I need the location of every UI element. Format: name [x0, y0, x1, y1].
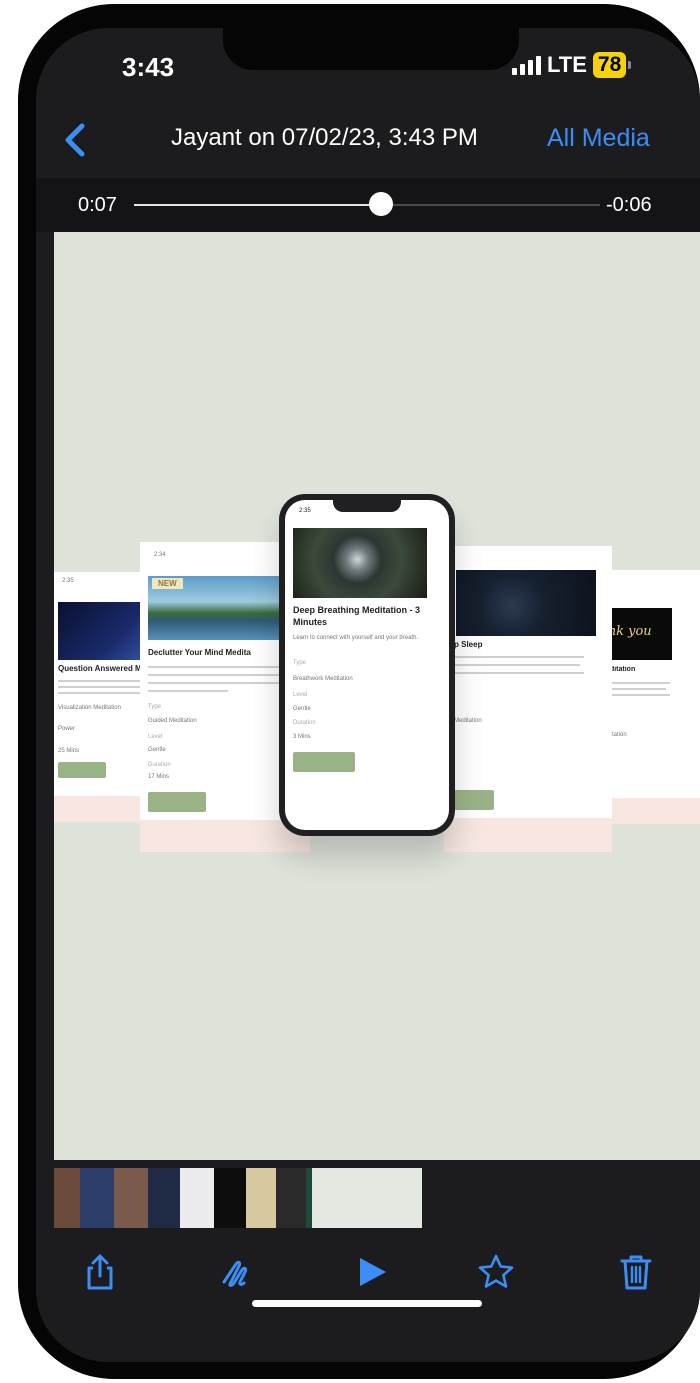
right-card-1-title: p Sleep — [454, 640, 483, 649]
card-footer — [444, 818, 612, 852]
chevron-left-icon — [65, 123, 85, 157]
left-card-1-duration: 17 Mins — [148, 774, 170, 780]
selected-thumbnail[interactable] — [312, 1168, 422, 1228]
back-button[interactable] — [58, 120, 94, 160]
thumbnail[interactable] — [214, 1168, 246, 1228]
text-line — [454, 664, 580, 666]
text-line — [148, 666, 298, 668]
right-card-1: p Sleep Meditation — [444, 546, 612, 852]
scrubber-knob[interactable] — [368, 192, 393, 216]
thumbnail[interactable] — [246, 1168, 276, 1228]
center-card: 2:35 Deep Breathing Meditation - 3 Minut… — [285, 500, 449, 830]
play-button[interactable] — [352, 1252, 392, 1292]
thumbnail[interactable] — [114, 1168, 148, 1228]
thumbnail-strip[interactable] — [54, 1168, 338, 1228]
left-card-2-level: Power — [58, 726, 76, 732]
home-indicator[interactable] — [252, 1300, 482, 1307]
play-icon — [360, 1258, 386, 1286]
left-card-1-level: Gentle — [148, 747, 166, 753]
scrubber-progress — [134, 204, 381, 206]
left-card-2-time: 2:35 — [62, 578, 74, 584]
center-card-duration-label: Duration — [293, 720, 316, 726]
text-line — [148, 674, 294, 676]
video-frame[interactable]: 2:35 Question Answered M Visualization M… — [54, 232, 700, 1160]
text-line — [58, 686, 144, 688]
center-card-duration: 3 Mins — [293, 734, 311, 740]
share-icon — [87, 1254, 113, 1290]
favorite-button[interactable] — [476, 1252, 516, 1292]
new-badge: NEW — [152, 578, 183, 589]
media-toolbar — [36, 1252, 700, 1302]
text-line — [58, 692, 148, 694]
text-line — [58, 680, 150, 682]
right-card-1-listen-button — [454, 790, 494, 810]
network-label: LTE — [547, 52, 587, 77]
phone-screen: 3:43 LTE 78 Jayant on 07/02/23, 3:43 PM … — [36, 28, 700, 1362]
center-card-level-label: Level — [293, 692, 308, 698]
center-card-description: Learn to connect with yourself and your … — [293, 635, 419, 641]
left-card-2-duration: 25 Mins — [58, 748, 80, 754]
share-button[interactable] — [80, 1252, 120, 1292]
left-card-2-type: Visualization Meditation — [58, 705, 121, 711]
thumbnail[interactable] — [180, 1168, 214, 1228]
bottom-tray — [36, 1160, 700, 1362]
left-card-1-type-label: Type — [148, 704, 162, 710]
status-time: 3:43 — [122, 52, 175, 82]
text-line — [454, 656, 584, 658]
text-line — [148, 682, 298, 684]
battery-icon: 78 — [592, 52, 627, 78]
elapsed-time: 0:07 — [78, 194, 117, 216]
nav-bar: Jayant on 07/02/23, 3:43 PM All Media — [36, 116, 700, 172]
center-card-level: Gentle — [293, 706, 311, 712]
right-card-1-image — [456, 570, 596, 636]
text-line — [148, 690, 228, 692]
right-card-1-type: Meditation — [454, 718, 482, 724]
thumbnail[interactable] — [276, 1168, 306, 1228]
thumbnail[interactable] — [80, 1168, 114, 1228]
center-phone-mockup: 2:35 Deep Breathing Meditation - 3 Minut… — [279, 494, 455, 836]
remaining-time: -0:06 — [606, 194, 652, 216]
trash-icon — [620, 1255, 652, 1290]
signal-icon — [512, 55, 541, 75]
all-media-button[interactable]: All Media — [547, 124, 650, 153]
video-scrubber: 0:07 -0:06 — [36, 178, 700, 232]
status-indicators: LTE 78 — [512, 52, 632, 78]
center-card-time: 2:35 — [299, 508, 311, 514]
left-card-1-time: 2:34 — [154, 552, 166, 558]
center-card-listen-button — [293, 752, 355, 772]
delete-button[interactable] — [616, 1252, 656, 1292]
left-card-1-type: Guided Meditation — [148, 718, 197, 724]
center-card-type-label: Type — [293, 660, 307, 666]
nav-title: Jayant on 07/02/23, 3:43 PM — [171, 124, 478, 151]
notch — [223, 28, 519, 70]
left-card-1-title: Declutter Your Mind Medita — [148, 648, 251, 657]
center-card-type: Breathwork Meditation — [293, 676, 353, 682]
mockup-notch — [333, 500, 401, 512]
markup-button[interactable] — [218, 1252, 258, 1292]
left-card-1-level-label: Level — [148, 734, 163, 740]
star-icon — [478, 1254, 514, 1288]
markup-icon — [222, 1260, 248, 1287]
scrubber-track[interactable] — [134, 204, 600, 206]
left-card-1-duration-label: Duration — [148, 762, 171, 768]
left-card-1-listen-button — [148, 792, 206, 812]
thumbnail[interactable] — [148, 1168, 180, 1228]
center-card-image — [293, 528, 427, 598]
left-card-2-listen-button — [58, 762, 106, 778]
battery-tip — [628, 61, 632, 69]
text-line — [454, 672, 584, 674]
thumbnail[interactable] — [54, 1168, 80, 1228]
center-card-title: Deep Breathing Meditation - 3 Minutes — [293, 605, 421, 627]
